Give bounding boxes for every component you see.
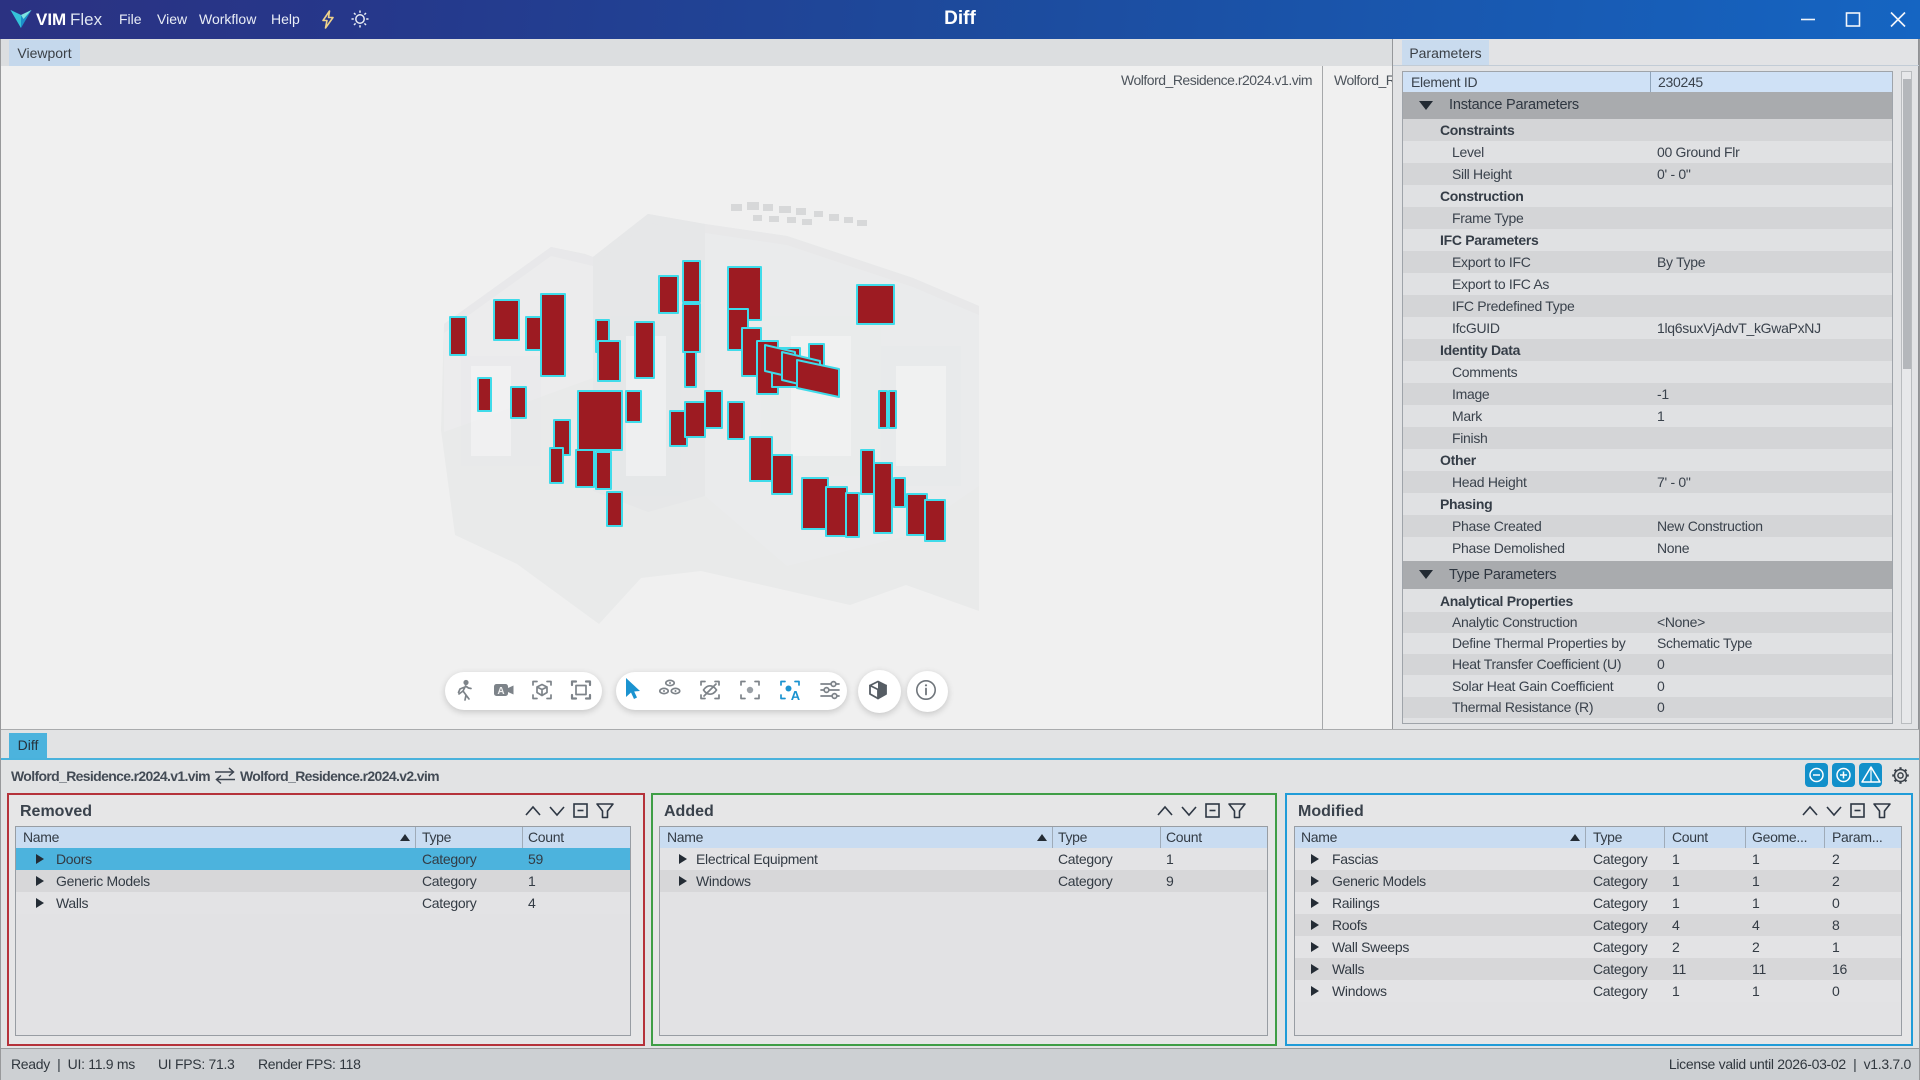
svg-text:A: A: [791, 688, 801, 703]
svg-text:A: A: [497, 686, 504, 697]
